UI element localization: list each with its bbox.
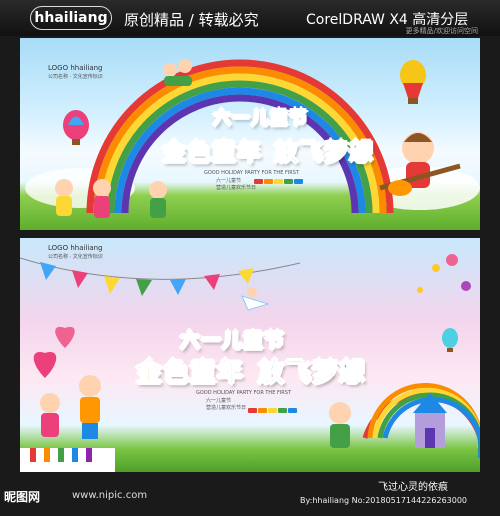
banner-bottom: LOGO hhailiang 公司名称 · 文化宣传标识 六一儿童节 金色童年 … (20, 238, 480, 472)
mini-caption-en: GOOD HOLIDAY PARTY FOR THE FIRST (196, 390, 291, 396)
company-logo-text: LOGO hhailiang (48, 244, 103, 252)
header-tagline: 原创精品 / 转载必究 (124, 11, 259, 29)
kid-icon (79, 375, 101, 439)
kid-icon (55, 179, 73, 216)
kid-icon (149, 181, 167, 218)
watermark-footer: 昵图网 www.nipic.com 飞过心灵的依痕 By:hhailiang N… (0, 474, 500, 516)
watermark-header: hhailiang 原创精品 / 转载必究 CorelDRAW X4 高清分层 … (0, 0, 500, 36)
title-golden-childhood: 金色童年 (135, 358, 245, 389)
author-byline: By:hhailiang No:20180517144226263000 (300, 496, 468, 505)
company-logo-subtitle: 公司名称 · 文化宣传标识 (48, 254, 103, 260)
kid-icon (40, 393, 60, 437)
company-logo-subtitle: 公司名称 · 文化宣传标识 (48, 74, 103, 80)
kid-icon (93, 179, 111, 218)
piano-keys-icon (20, 448, 115, 472)
balloon-icon (63, 110, 89, 145)
header-note: 更多精品/欢迎访问空间 (405, 27, 478, 35)
flowers-icon (417, 254, 471, 293)
brand-badge: hhailiang (30, 6, 112, 30)
mini-caption-2: 营造儿童欢乐节日 (206, 405, 247, 411)
color-swatches (248, 398, 298, 417)
weibo-username: 飞过心灵的依痕 (378, 482, 448, 493)
banner-top: LOGO hhailiang 公司名称 · 文化宣传标识 六一儿童节 金色童年 … (20, 38, 480, 230)
title-fly-dreams: 放飞梦想 (274, 138, 374, 167)
title-childrens-day: 六一儿童节 (213, 108, 308, 130)
hot-air-balloon-icon (400, 60, 426, 104)
mini-caption-2: 营造儿童欢乐节日 (216, 185, 257, 191)
kid-with-instrument-icon (329, 402, 351, 448)
site-url: www.nipic.com (72, 490, 148, 501)
banner-bottom-art (20, 254, 480, 472)
title-fly-dreams: 放飞梦想 (257, 358, 367, 389)
mini-caption-1: 六一儿童节 (206, 398, 232, 404)
paper-plane-icon (241, 287, 270, 311)
site-name: 昵图网 (4, 490, 41, 504)
heart-balloons-icon (33, 326, 75, 378)
title-childrens-day: 六一儿童节 (180, 328, 285, 353)
mini-caption-1: 六一儿童节 (216, 178, 242, 184)
bunting-flags-icon (20, 257, 301, 296)
color-swatches (254, 169, 304, 188)
title-golden-childhood: 金色童年 (162, 138, 262, 167)
company-logo-text: LOGO hhailiang (48, 64, 103, 72)
hot-air-balloon-icon (442, 328, 458, 352)
